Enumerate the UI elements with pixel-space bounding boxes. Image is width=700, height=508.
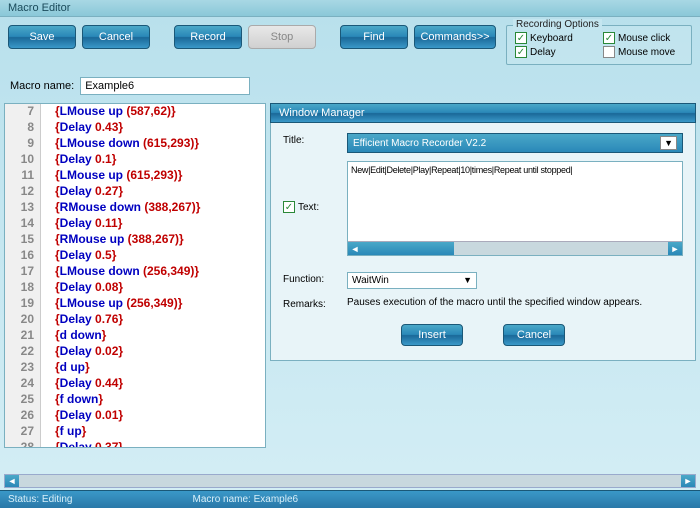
code-line[interactable]: 20{Delay 0.76} — [5, 312, 265, 328]
code-line[interactable]: 25{f down} — [5, 392, 265, 408]
save-button[interactable]: Save — [8, 25, 76, 49]
text-label: Text: — [298, 202, 319, 213]
remarks-label: Remarks: — [283, 297, 339, 310]
line-number: 27 — [5, 424, 41, 440]
code-line[interactable]: 18{Delay 0.08} — [5, 280, 265, 296]
line-number: 13 — [5, 200, 41, 216]
line-number: 28 — [5, 440, 41, 448]
function-label: Function: — [283, 272, 339, 285]
line-number: 12 — [5, 184, 41, 200]
line-number: 15 — [5, 232, 41, 248]
line-number: 25 — [5, 392, 41, 408]
commands-button[interactable]: Commands>> — [414, 25, 496, 49]
cancel-button[interactable]: Cancel — [82, 25, 150, 49]
panel-cancel-button[interactable]: Cancel — [503, 324, 565, 346]
line-number: 21 — [5, 328, 41, 344]
line-number: 23 — [5, 360, 41, 376]
scroll-left-icon[interactable]: ◄ — [348, 242, 362, 255]
option-delay[interactable]: ✓Delay — [515, 46, 595, 58]
option-mouse-click[interactable]: ✓Mouse click — [603, 32, 683, 44]
code-line[interactable]: 8{Delay 0.43} — [5, 120, 265, 136]
insert-button[interactable]: Insert — [401, 324, 463, 346]
scroll-right-icon[interactable]: ► — [681, 475, 695, 487]
title-dropdown[interactable]: Efficient Macro Recorder V2.2▼ — [347, 133, 683, 153]
code-line[interactable]: 16{Delay 0.5} — [5, 248, 265, 264]
recording-options-group: Recording Options ✓Keyboard ✓Mouse click… — [506, 25, 692, 65]
code-line[interactable]: 17{LMouse down (256,349)} — [5, 264, 265, 280]
macro-name-label: Macro name: — [10, 80, 74, 92]
check-icon: ✓ — [603, 32, 615, 44]
line-number: 9 — [5, 136, 41, 152]
scroll-left-icon[interactable]: ◄ — [5, 475, 19, 487]
code-line[interactable]: 23{d up} — [5, 360, 265, 376]
status-text: Status: Editing — [8, 494, 72, 505]
code-line[interactable]: 9{LMouse down (615,293)} — [5, 136, 265, 152]
code-line[interactable]: 12{Delay 0.27} — [5, 184, 265, 200]
check-icon: ✓ — [603, 46, 615, 58]
code-line[interactable]: 21{d down} — [5, 328, 265, 344]
code-line[interactable]: 24{Delay 0.44} — [5, 376, 265, 392]
line-number: 11 — [5, 168, 41, 184]
recording-options-title: Recording Options — [513, 19, 602, 30]
code-editor[interactable]: 7{LMouse up (587,62)}8{Delay 0.43}9{LMou… — [4, 103, 266, 448]
record-button[interactable]: Record — [174, 25, 242, 49]
line-number: 18 — [5, 280, 41, 296]
option-keyboard[interactable]: ✓Keyboard — [515, 32, 595, 44]
line-number: 8 — [5, 120, 41, 136]
main-scrollbar-horizontal[interactable]: ◄ ► — [4, 474, 696, 488]
code-line[interactable]: 14{Delay 0.11} — [5, 216, 265, 232]
stop-button[interactable]: Stop — [248, 25, 316, 49]
line-number: 16 — [5, 248, 41, 264]
line-number: 14 — [5, 216, 41, 232]
code-line[interactable]: 27{f up} — [5, 424, 265, 440]
code-line[interactable]: 28{Delay 0.37} — [5, 440, 265, 448]
code-line[interactable]: 10{Delay 0.1} — [5, 152, 265, 168]
panel-header: Window Manager — [270, 103, 696, 123]
chevron-down-icon: ▼ — [660, 136, 677, 150]
macro-name-input[interactable] — [80, 77, 250, 95]
text-area[interactable]: New|Edit|Delete|Play|Repeat|10|times|Rep… — [347, 161, 683, 256]
option-mouse-move[interactable]: ✓Mouse move — [603, 46, 683, 58]
check-icon: ✓ — [515, 46, 527, 58]
line-number: 10 — [5, 152, 41, 168]
code-line[interactable]: 7{LMouse up (587,62)} — [5, 104, 265, 120]
function-dropdown[interactable]: WaitWin ▼ — [347, 272, 477, 289]
line-number: 24 — [5, 376, 41, 392]
check-icon: ✓ — [515, 32, 527, 44]
code-line[interactable]: 11{LMouse up (615,293)} — [5, 168, 265, 184]
code-line[interactable]: 15{RMouse up (388,267)} — [5, 232, 265, 248]
scrollbar-horizontal[interactable]: ◄ ► — [348, 241, 682, 255]
remarks-text: Pauses execution of the macro until the … — [347, 297, 683, 308]
title-label: Title: — [283, 133, 339, 146]
line-number: 7 — [5, 104, 41, 120]
find-button[interactable]: Find — [340, 25, 408, 49]
line-number: 26 — [5, 408, 41, 424]
window-title: Macro Editor — [0, 0, 700, 17]
chevron-down-icon: ▼ — [463, 275, 472, 286]
toolbar: Save Cancel Record Stop Find Commands>> … — [0, 17, 700, 73]
code-line[interactable]: 22{Delay 0.02} — [5, 344, 265, 360]
line-number: 17 — [5, 264, 41, 280]
scroll-right-icon[interactable]: ► — [668, 242, 682, 255]
scroll-thumb[interactable] — [362, 242, 454, 255]
code-line[interactable]: 26{Delay 0.01} — [5, 408, 265, 424]
status-macro-name: Macro name: Example6 — [192, 494, 298, 505]
line-number: 22 — [5, 344, 41, 360]
code-line[interactable]: 19{LMouse up (256,349)} — [5, 296, 265, 312]
text-checkbox[interactable]: ✓ — [283, 201, 295, 213]
line-number: 19 — [5, 296, 41, 312]
line-number: 20 — [5, 312, 41, 328]
status-bar: Status: Editing Macro name: Example6 — [0, 490, 700, 508]
code-line[interactable]: 13{RMouse down (388,267)} — [5, 200, 265, 216]
